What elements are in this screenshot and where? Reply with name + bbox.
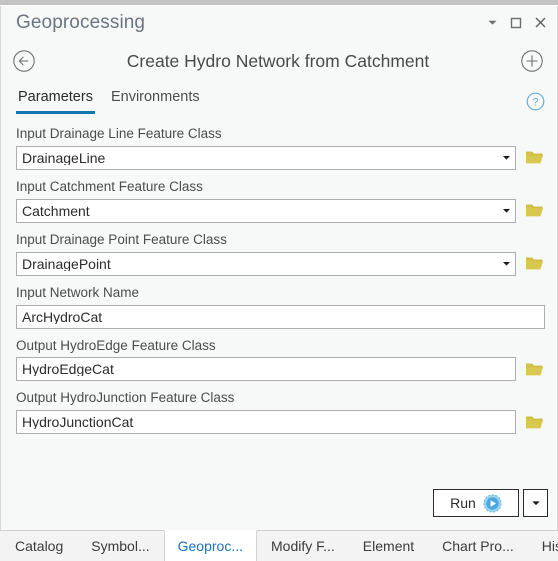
geoprocessing-pane: Geoprocessing Create Hydro Network from … (0, 0, 558, 561)
dropdown-arrow-button[interactable] (498, 147, 515, 169)
field-row: HydroEdgeCat (16, 357, 545, 382)
tool-header: Create Hydro Network from Catchment (1, 39, 557, 83)
back-button[interactable] (11, 48, 37, 74)
chevron-down-icon (503, 156, 510, 160)
parameter-list: Input Drainage Line Feature Class Draina… (1, 114, 557, 482)
input-catchment-combobox[interactable]: Catchment (16, 198, 516, 223)
input-value: DrainagePoint (22, 256, 111, 271)
tab-environments[interactable]: Environments (109, 89, 202, 114)
pane-menu-button[interactable] (481, 12, 503, 34)
dropdown-arrow-button[interactable] (498, 200, 515, 222)
window-controls (481, 12, 551, 34)
maximize-icon (510, 17, 522, 28)
field-label: Input Network Name (16, 284, 140, 300)
input-value: ArcHydroCat (22, 309, 103, 324)
help-circle-icon: ? (526, 92, 545, 111)
dock-tab-history[interactable]: History (528, 531, 558, 561)
input-drainage-point-combobox[interactable]: DrainagePoint (16, 251, 516, 276)
tool-title: Create Hydro Network from Catchment (126, 50, 430, 71)
play-circle-icon (483, 493, 502, 513)
tab-parameters[interactable]: Parameters (16, 89, 95, 114)
run-button[interactable]: Run (433, 489, 519, 517)
folder-open-icon (525, 416, 543, 429)
field-input-drainage-line: Input Drainage Line Feature Class Draina… (16, 126, 545, 170)
field-label: Input Drainage Point Feature Class (16, 231, 227, 247)
input-value: DrainageLine (22, 150, 106, 165)
input-network-name-textbox[interactable]: ArcHydroCat (16, 304, 545, 329)
field-input-drainage-point: Input Drainage Point Feature Class Drain… (16, 232, 545, 276)
folder-open-icon (525, 257, 543, 270)
run-button-label: Run (450, 495, 476, 511)
field-row: DrainageLine (16, 145, 545, 170)
output-hydroedge-textbox[interactable]: HydroEdgeCat (16, 357, 516, 382)
field-row: ArcHydroCat (16, 304, 545, 329)
maximize-button[interactable] (505, 12, 527, 34)
dock-tab-geoprocessing[interactable]: Geoproc... (163, 530, 257, 561)
output-hydrojunction-textbox[interactable]: HydroJunctionCat (16, 410, 516, 435)
pane-titlebar: Geoprocessing (1, 6, 557, 39)
dock-tab-symbology[interactable]: Symbol... (77, 531, 163, 561)
field-row: DrainagePoint (16, 251, 545, 276)
dock-tab-catalog[interactable]: Catalog (1, 531, 77, 561)
chevron-down-icon (531, 501, 540, 506)
folder-open-icon (525, 151, 543, 164)
input-value: Catchment (22, 203, 90, 218)
folder-open-icon (525, 363, 543, 376)
browse-folder-button[interactable] (523, 147, 545, 169)
field-label: Input Drainage Line Feature Class (16, 126, 222, 141)
close-icon (535, 17, 545, 28)
close-button[interactable] (529, 12, 551, 34)
dropdown-arrow-button[interactable] (498, 253, 515, 275)
tool-tabstrip: Parameters Environments ? (1, 83, 557, 114)
help-button[interactable]: ? (526, 92, 545, 114)
browse-folder-button[interactable] (523, 200, 545, 222)
field-label: Output HydroJunction Feature Class (16, 390, 235, 406)
add-to-model-button[interactable] (519, 48, 545, 74)
field-label: Output HydroEdge Feature Class (16, 337, 216, 353)
dock-tab-element[interactable]: Element (349, 531, 428, 561)
folder-open-icon (525, 204, 543, 217)
back-arrow-circle-icon (13, 50, 35, 72)
field-output-hydroedge: Output HydroEdge Feature Class HydroEdge… (16, 338, 545, 382)
browse-folder-button[interactable] (523, 358, 545, 380)
browse-folder-button[interactable] (523, 253, 545, 275)
field-row: HydroJunctionCat (16, 410, 545, 435)
plus-circle-icon (521, 50, 543, 72)
dock-tab-chart-properties[interactable]: Chart Pro... (428, 531, 528, 561)
svg-text:?: ? (532, 97, 538, 109)
input-value: HydroEdgeCat (22, 362, 114, 377)
field-label: Input Catchment Feature Class (16, 178, 203, 194)
pane-title: Geoprocessing (16, 11, 146, 33)
run-options-dropdown-button[interactable] (523, 489, 548, 517)
browse-folder-button[interactable] (523, 411, 545, 433)
pane-frame: Geoprocessing Create Hydro Network from … (0, 6, 558, 530)
chevron-down-icon (503, 262, 510, 266)
field-output-hydrojunction: Output HydroJunction Feature Class Hydro… (16, 390, 545, 435)
input-drainage-line-combobox[interactable]: DrainageLine (16, 145, 516, 170)
field-row: Catchment (16, 198, 545, 223)
run-bar: Run (1, 482, 557, 530)
field-input-network-name: Input Network Name ArcHydroCat (16, 285, 545, 329)
dock-tab-modify-features[interactable]: Modify F... (257, 531, 349, 561)
field-input-catchment: Input Catchment Feature Class Catchment (16, 179, 545, 223)
input-value: HydroJunctionCat (22, 415, 134, 430)
chevron-down-icon (488, 20, 496, 25)
dock-tabstrip: Catalog Symbol... Geoproc... Modify F...… (0, 530, 558, 561)
chevron-down-icon (503, 209, 510, 213)
